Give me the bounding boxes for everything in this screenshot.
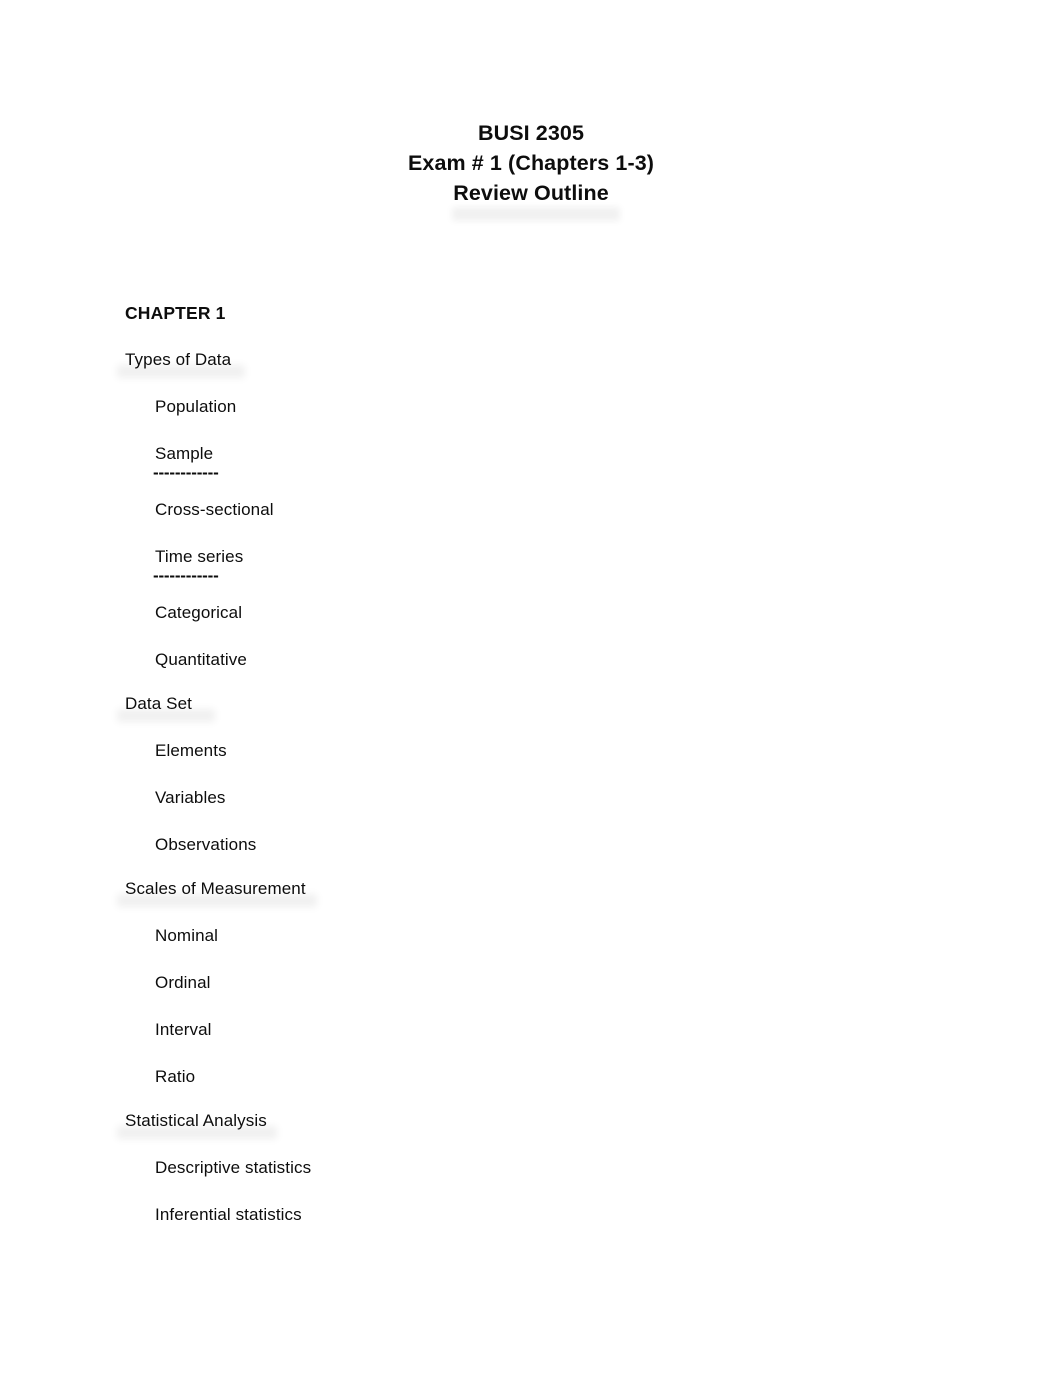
- outline-item: Inferential statistics: [155, 1205, 302, 1224]
- outline-section-statistical-analysis: Statistical Analysis Descriptive statist…: [117, 1109, 945, 1247]
- section-heading-statistical-analysis: Statistical Analysis: [117, 1109, 945, 1156]
- outline-item: Time series: [155, 547, 244, 566]
- document-page: BUSI 2305 Exam # 1 (Chapters 1-3) Review…: [0, 0, 1062, 1377]
- section-heading-data-set: Data Set: [117, 692, 945, 739]
- section-heading-label: Data Set: [125, 694, 192, 713]
- section-heading-label: Scales of Measurement: [125, 879, 306, 898]
- outline-item: Sample: [155, 444, 214, 463]
- title-line-subtitle: Review Outline: [453, 181, 609, 205]
- chapter-heading: CHAPTER 1: [125, 303, 226, 323]
- outline-item: Cross-sectional: [155, 500, 274, 519]
- section-heading-label: Types of Data: [125, 350, 232, 369]
- title-shadow-band: [452, 207, 620, 221]
- outline-item: Nominal: [155, 926, 219, 945]
- title-line-course: BUSI 2305: [477, 121, 585, 145]
- title-line-exam: Exam # 1 (Chapters 1-3): [407, 151, 655, 175]
- outline-item: Ratio: [155, 1067, 196, 1086]
- outline-divider-rule: ------------: [153, 566, 219, 585]
- outline-item: Ordinal: [155, 973, 211, 992]
- outline-item: Population: [155, 397, 237, 416]
- outline-item: Categorical: [155, 603, 243, 622]
- section-heading-label: Statistical Analysis: [125, 1111, 267, 1130]
- outline-section-types-of-data: Types of Data Population Sample --------…: [117, 348, 945, 692]
- section-heading-scales-of-measurement: Scales of Measurement: [117, 877, 945, 924]
- outline-section-data-set: Data Set Elements Variables Observations: [117, 692, 945, 877]
- outline-item: Variables: [155, 788, 226, 807]
- outline-item: Observations: [155, 835, 257, 854]
- document-title-block: BUSI 2305 Exam # 1 (Chapters 1-3) Review…: [0, 118, 1062, 208]
- outline-section-scales-of-measurement: Scales of Measurement Nominal Ordinal In…: [117, 877, 945, 1109]
- outline-item: Interval: [155, 1020, 212, 1039]
- section-heading-types-of-data: Types of Data: [117, 348, 945, 395]
- outline-item: Quantitative: [155, 650, 247, 669]
- outline-body: CHAPTER 1 Types of Data Population Sampl…: [117, 300, 945, 1247]
- outline-divider-rule: ------------: [153, 463, 219, 482]
- outline-item: Elements: [155, 741, 227, 760]
- outline-item: Descriptive statistics: [155, 1158, 312, 1177]
